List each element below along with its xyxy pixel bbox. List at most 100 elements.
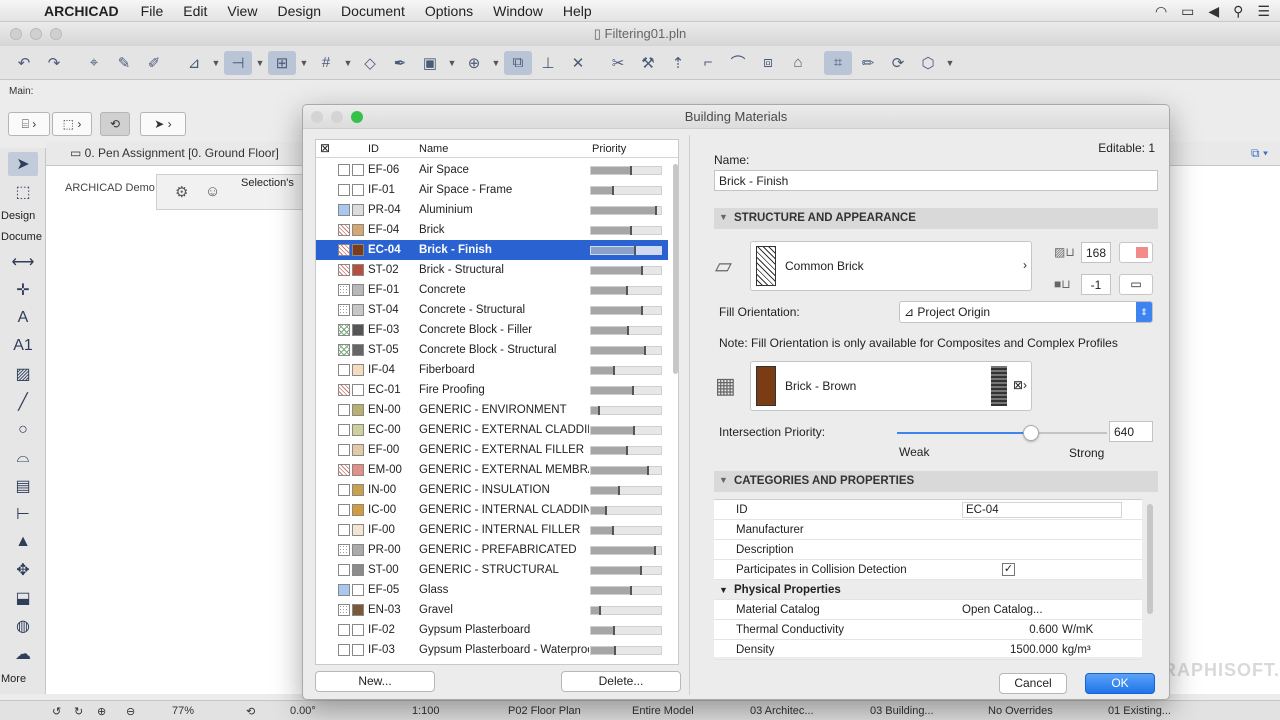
property-row[interactable]: Description (714, 540, 1142, 560)
property-value-input[interactable]: EC-04 (962, 502, 1122, 518)
roof-icon[interactable]: ⌂ (784, 51, 812, 75)
cut-fill-picker[interactable]: Common Brick › (750, 241, 1032, 291)
material-row[interactable]: EF-03 Concrete Block - Filler (316, 320, 668, 340)
dialog-minimize-button[interactable] (331, 111, 343, 123)
chevron-down-icon[interactable]: ▼ (944, 51, 956, 75)
redo-view-icon[interactable]: ↻ (74, 705, 83, 718)
elevate-icon[interactable]: ⇡ (664, 51, 692, 75)
marquee-icon[interactable]: ▣ (416, 51, 444, 75)
pen-set-value[interactable]: 03 Architec... (750, 705, 814, 717)
trace-icon[interactable]: ✕ (564, 51, 592, 75)
partial-structure-value[interactable]: 03 Building... (870, 705, 934, 717)
material-row[interactable]: EN-00 GENERIC - ENVIRONMENT (316, 400, 668, 420)
menu-view[interactable]: View (217, 3, 267, 19)
material-row[interactable]: EN-03 Gravel (316, 600, 668, 620)
menu-options[interactable]: Options (415, 3, 483, 19)
fill-tool-icon[interactable]: ▨ (8, 362, 38, 386)
marquee-shape-button[interactable]: ⬚ › (52, 112, 92, 136)
pick-up-icon[interactable]: ⌖ (80, 51, 108, 75)
change-tool-icon[interactable]: ☁ (8, 642, 38, 666)
chevron-down-icon[interactable]: ▼ (342, 51, 354, 75)
collapse-triangle-icon[interactable]: ▼ (719, 585, 728, 595)
pointer-mode-button[interactable]: ➤ › (140, 112, 186, 136)
property-row[interactable]: ID EC-04 (714, 500, 1142, 520)
chevron-down-icon[interactable]: ▼ (298, 51, 310, 75)
material-row[interactable]: EM-00 GENERIC - EXTERNAL MEMBRANE (316, 460, 668, 480)
arrow-tool-icon[interactable]: ➤ (8, 152, 38, 176)
section-tool-icon[interactable]: ⊢ (8, 502, 38, 526)
level-dimension-tool-icon[interactable]: ✛ (8, 278, 38, 302)
angle-value[interactable]: 0.00° (290, 705, 316, 717)
chevron-down-icon[interactable]: ▼ (446, 51, 458, 75)
elevation-tool-icon[interactable]: ▲ (8, 530, 38, 554)
close-window-button[interactable] (10, 28, 22, 40)
explode-icon[interactable]: ⧈ (754, 51, 782, 75)
material-row[interactable]: EF-05 Glass (316, 580, 668, 600)
material-row[interactable]: ST-05 Concrete Block - Structural (316, 340, 668, 360)
guide-lines-icon[interactable]: ⊿ (180, 51, 208, 75)
chevron-down-icon[interactable]: ▼ (210, 51, 222, 75)
renovation-filter-value[interactable]: 01 Existing... (1108, 705, 1171, 717)
syringe-icon[interactable]: ✐ (140, 51, 168, 75)
property-value[interactable]: Open Catalog... (962, 604, 1043, 616)
orientation-icon[interactable]: ⟲ (246, 705, 255, 718)
graphic-override-value[interactable]: No Overrides (988, 705, 1053, 717)
minimize-window-button[interactable] (30, 28, 42, 40)
snap-guides-icon[interactable]: ⊣ (224, 50, 252, 75)
view-tab[interactable]: ▭ 0. Pen Assignment [0. Ground Floor] (70, 146, 279, 160)
zoom-in-icon[interactable]: ⊕ (97, 705, 106, 718)
redo-icon[interactable]: ↷ (40, 51, 68, 75)
circle-tool-icon[interactable]: ○ (8, 418, 38, 442)
zoom-out-icon[interactable]: ⊖ (126, 705, 135, 718)
fill-orientation-select[interactable]: ⊿ Project Origin ⇕ (899, 301, 1153, 323)
undo-icon[interactable]: ↶ (10, 51, 38, 75)
menu-design[interactable]: Design (267, 3, 331, 19)
material-row[interactable]: IF-04 Fiberboard (316, 360, 668, 380)
material-name-input[interactable]: Brick - Finish (714, 170, 1158, 191)
intersection-priority-input[interactable]: 640 (1109, 421, 1153, 442)
pen-icon[interactable]: ✒ (386, 51, 414, 75)
toolbox-more-header[interactable]: More (0, 673, 46, 685)
navigator-icon[interactable]: ⧉ ▾ (1251, 146, 1268, 161)
gravity-icon[interactable]: ⊞ (268, 50, 296, 75)
menu-file[interactable]: File (131, 3, 174, 19)
slider-knob[interactable] (1023, 425, 1040, 441)
ok-button[interactable]: OK (1085, 673, 1155, 694)
menu-edit[interactable]: Edit (173, 3, 217, 19)
eyedropper-icon[interactable]: ✎ (110, 51, 138, 75)
3d-selection-icon[interactable]: ⌗ (824, 50, 852, 75)
property-row[interactable]: Thermal Conductivity 0.600 W/mK (714, 620, 1142, 640)
notification-list-icon[interactable]: ☰ (1257, 3, 1270, 20)
material-row[interactable]: IF-02 Gypsum Plasterboard (316, 620, 668, 640)
material-row[interactable]: IF-03 Gypsum Plasterboard - Waterproof (316, 640, 668, 660)
polyline-tool-icon[interactable]: ⌓ (8, 446, 38, 470)
display-icon[interactable]: ▭ (1119, 274, 1153, 295)
hotspot-tool-icon[interactable]: ✥ (8, 558, 38, 582)
material-row[interactable]: IC-00 GENERIC - INTERNAL CLADDING (316, 500, 668, 520)
zoom-window-button[interactable] (50, 28, 62, 40)
material-row[interactable]: IF-01 Air Space - Frame (316, 180, 668, 200)
zoom-value[interactable]: 77% (172, 705, 194, 717)
selection-people-icon[interactable]: ☺ (205, 183, 220, 200)
corner-icon[interactable]: ⌐ (694, 51, 722, 75)
material-row[interactable]: PR-00 GENERIC - PREFABRICATED (316, 540, 668, 560)
dimension-icon[interactable]: ⊥ (534, 51, 562, 75)
material-row[interactable]: EF-04 Brick (316, 220, 668, 240)
text-tool-icon[interactable]: A (8, 306, 38, 330)
chevron-down-icon[interactable]: ▼ (490, 51, 502, 75)
volume-icon[interactable]: ◀ (1208, 3, 1219, 20)
property-value[interactable]: 0.600 (1029, 624, 1058, 636)
model-view-value[interactable]: Entire Model (632, 705, 694, 717)
app-menu[interactable]: ARCHICAD (40, 3, 131, 19)
scissors-icon[interactable]: ✂ (604, 51, 632, 75)
lock-icon[interactable]: ⊕ (460, 51, 488, 75)
cancel-button[interactable]: Cancel (999, 673, 1067, 694)
rotate-icon[interactable]: ⟲ (100, 112, 130, 136)
magic-wand-icon[interactable]: ⚒ (634, 51, 662, 75)
undo-view-icon[interactable]: ↺ (52, 705, 61, 718)
column-header-id[interactable]: ID (368, 143, 379, 155)
property-value[interactable]: 1500.000 (1010, 644, 1058, 656)
material-row[interactable]: PR-04 Aluminium (316, 200, 668, 220)
dimension-tool-icon[interactable]: ⟷ (8, 250, 38, 274)
3d-view-icon[interactable]: ⬡ (914, 51, 942, 75)
